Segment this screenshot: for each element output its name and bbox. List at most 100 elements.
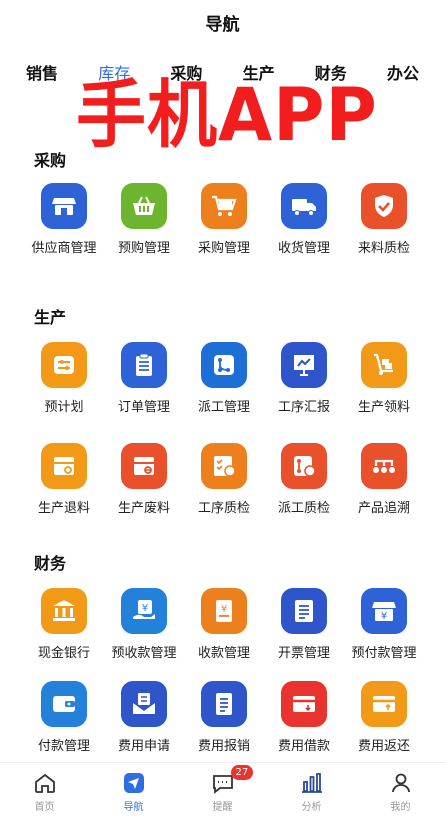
menu-item-label: 来料质检 [357, 241, 410, 256]
bottom-nav: 首页 导航 27 提醒 分析 我的 [0, 762, 445, 822]
shield-check-icon [361, 183, 407, 229]
bottom-nav-label: 分析 [301, 802, 322, 813]
svg-text:¥: ¥ [142, 603, 148, 614]
cart-icon [201, 183, 247, 229]
menu-item-product-trace[interactable]: 产品追溯 [344, 443, 424, 516]
sliders-icon [41, 342, 87, 388]
svg-text:¥: ¥ [381, 611, 387, 622]
menu-item-label: 生产退料 [37, 501, 90, 516]
menu-item-invoicing[interactable]: 开票管理 [264, 588, 344, 661]
menu-item-process-report[interactable]: 工序汇报 [264, 342, 344, 415]
menu-item-label: 开票管理 [277, 646, 330, 661]
wallet-icon [41, 681, 87, 727]
card-in-icon [361, 681, 407, 727]
checklist-icon [201, 443, 247, 489]
menu-item-label: 费用申请 [117, 739, 170, 754]
tab-office[interactable]: 办公 [377, 60, 429, 84]
menu-item-label: 工序汇报 [277, 400, 330, 415]
menu-item-orders[interactable]: 订单管理 [104, 342, 184, 415]
menu-item-incoming-inspection[interactable]: 来料质检 [344, 183, 424, 256]
bottom-nav-analysis[interactable]: 分析 [272, 763, 352, 822]
notification-badge: 27 [230, 765, 254, 780]
purchase-grid: 供应商管理 预购管理 采购管理 收货管理 来料质检 [24, 183, 424, 256]
menu-item-pre-plan[interactable]: 预计划 [24, 342, 104, 415]
invoice-icon [281, 588, 327, 634]
menu-item-receiving[interactable]: 收货管理 [264, 183, 344, 256]
menu-item-label: 费用借款 [277, 739, 330, 754]
menu-item-label: 付款管理 [37, 739, 90, 754]
presentation-icon [281, 342, 327, 388]
card-out-icon [281, 681, 327, 727]
menu-item-dispatch-inspection[interactable]: 派工质检 [264, 443, 344, 516]
menu-item-label: 供应商管理 [31, 241, 97, 256]
flow-check-icon [281, 443, 327, 489]
menu-item-label: 订单管理 [117, 400, 170, 415]
flow-icon [201, 342, 247, 388]
menu-item-expense-claim[interactable]: 费用报销 [184, 681, 264, 754]
menu-item-label: 费用报销 [197, 739, 250, 754]
menu-item-process-inspection[interactable]: 工序质检 [184, 443, 264, 516]
store-icon [41, 183, 87, 229]
section-title-finance: 财务 [34, 554, 67, 573]
menu-item-label: 收货管理 [277, 241, 330, 256]
menu-item-payment[interactable]: 付款管理 [24, 681, 104, 754]
bank-icon [41, 588, 87, 634]
menu-item-label: 工序质检 [197, 501, 250, 516]
production-grid: 预计划 订单管理 派工管理 工序汇报 生产领料 生产退料 生产废料 工序质检 派… [24, 342, 424, 516]
bottom-nav-navigation[interactable]: 导航 [94, 763, 174, 822]
menu-item-label: 派工管理 [197, 400, 250, 415]
hand-money-icon: ¥ [121, 588, 167, 634]
menu-item-material-requisition[interactable]: 生产领料 [344, 342, 424, 415]
navigation-icon [123, 773, 144, 793]
menu-item-label: 预购管理 [117, 241, 170, 256]
menu-item-label: 现金银行 [37, 646, 90, 661]
envelope-icon [121, 681, 167, 727]
bottom-nav-reminders[interactable]: 27 提醒 [183, 763, 263, 822]
receipt-yen-icon: ¥ [201, 588, 247, 634]
basket-icon [121, 183, 167, 229]
store-yen-icon: ¥ [361, 588, 407, 634]
hand-truck-icon [361, 342, 407, 388]
menu-item-pre-order[interactable]: 预购管理 [104, 183, 184, 256]
menu-item-label: 预付款管理 [351, 646, 417, 661]
svg-text:¥: ¥ [221, 604, 227, 615]
bottom-nav-home[interactable]: 首页 [5, 763, 85, 822]
menu-item-label: 产品追溯 [357, 501, 410, 516]
watermark-banner: 手机APP [76, 71, 378, 159]
menu-item-expense-refund[interactable]: 费用返还 [344, 681, 424, 754]
menu-item-collection[interactable]: ¥ 收款管理 [184, 588, 264, 661]
menu-item-advance-payment[interactable]: ¥ 预付款管理 [344, 588, 424, 661]
trace-icon [361, 443, 407, 489]
menu-item-supplier[interactable]: 供应商管理 [24, 183, 104, 256]
bottom-nav-label: 我的 [390, 802, 411, 813]
finance-grid: 现金银行 ¥ 预收款管理 ¥ 收款管理 开票管理 ¥ 预付款管理 付款管理 费用… [24, 588, 424, 754]
section-title-production: 生产 [34, 308, 67, 327]
menu-item-cash-bank[interactable]: 现金银行 [24, 588, 104, 661]
tab-sales[interactable]: 销售 [16, 60, 68, 84]
menu-item-material-return[interactable]: 生产退料 [24, 443, 104, 516]
menu-item-waste[interactable]: 生产废料 [104, 443, 184, 516]
menu-item-label: 生产领料 [357, 400, 410, 415]
menu-item-expense-request[interactable]: 费用申请 [104, 681, 184, 754]
truck-icon [281, 183, 327, 229]
menu-item-label: 派工质检 [277, 501, 330, 516]
bottom-nav-label: 导航 [123, 802, 144, 813]
home-icon [34, 773, 55, 793]
menu-item-advance-receipt[interactable]: ¥ 预收款管理 [104, 588, 184, 661]
menu-item-label: 费用返还 [357, 739, 410, 754]
menu-item-label: 采购管理 [197, 241, 250, 256]
menu-item-label: 收款管理 [197, 646, 250, 661]
clipboard-icon [121, 342, 167, 388]
menu-item-expense-loan[interactable]: 费用借款 [264, 681, 344, 754]
section-title-purchase: 采购 [34, 151, 67, 170]
bar-chart-icon [301, 773, 322, 793]
bottom-nav-label: 提醒 [212, 802, 233, 813]
menu-item-purchase[interactable]: 采购管理 [184, 183, 264, 256]
menu-item-dispatch[interactable]: 派工管理 [184, 342, 264, 415]
bottom-nav-profile[interactable]: 我的 [361, 763, 441, 822]
bottom-nav-label: 首页 [34, 802, 55, 813]
menu-item-label: 预计划 [44, 400, 84, 415]
return-box-icon [41, 443, 87, 489]
menu-item-label: 生产废料 [117, 501, 170, 516]
menu-item-label: 预收款管理 [111, 646, 177, 661]
